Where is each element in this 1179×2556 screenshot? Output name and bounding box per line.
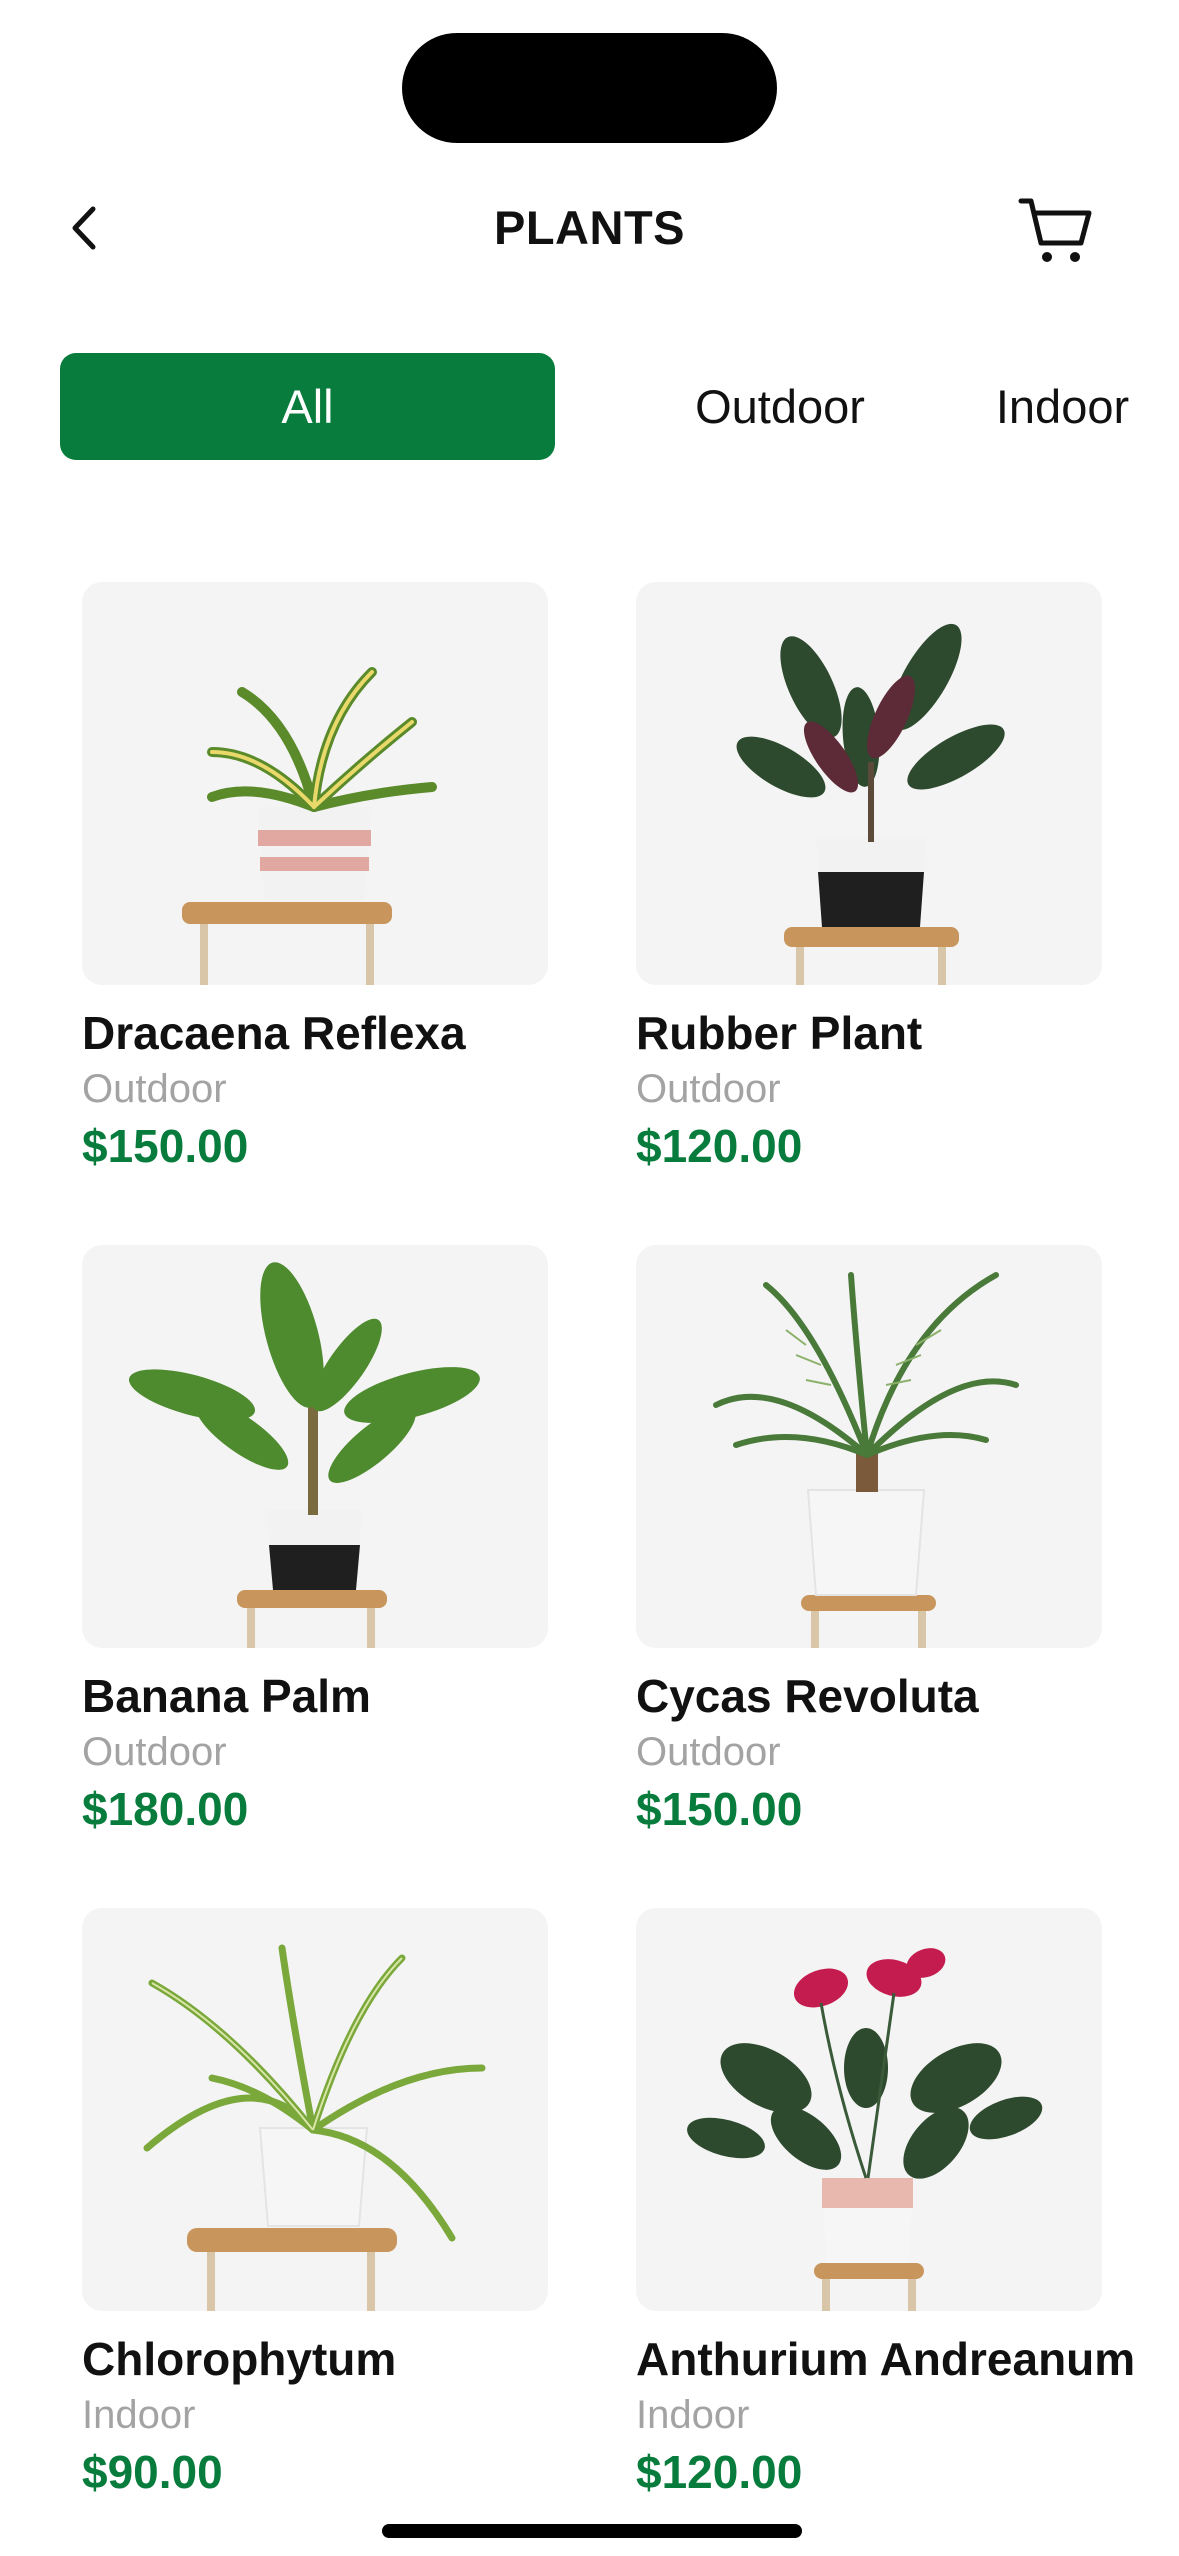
product-card[interactable]: Banana Palm Outdoor $180.00 [82,1245,548,1836]
product-price: $120.00 [636,2445,803,2498]
product-price: $150.00 [82,1119,249,1172]
product-image [82,1908,548,2311]
product-card[interactable]: Chlorophytum Indoor $90.00 [82,1908,548,2499]
product-name: Dracaena Reflexa [82,1007,466,1059]
product-image [82,1245,548,1648]
product-name: Banana Palm [82,1670,371,1722]
page-title: PLANTS [494,201,685,254]
cart-button[interactable] [1010,186,1100,276]
product-image [636,582,1102,985]
product-card[interactable]: Dracaena Reflexa Outdoor $150.00 [82,582,548,1173]
header: PLANTS [0,170,1179,285]
product-image [636,1245,1102,1648]
tab-all[interactable]: All [60,353,555,460]
product-image [82,582,548,985]
tab-indoor[interactable]: Indoor [935,353,1179,460]
product-price: $120.00 [636,1119,803,1172]
product-name: Chlorophytum [82,2333,397,2385]
product-name: Anthurium Andreanum [636,2333,1136,2385]
product-price: $90.00 [82,2445,223,2498]
product-card[interactable]: Anthurium Andreanum Indoor $120.00 [636,1908,1136,2499]
product-category: Outdoor [636,1729,781,1774]
home-indicator [382,2524,802,2538]
product-name: Rubber Plant [636,1007,923,1059]
product-card[interactable]: Cycas Revoluta Outdoor $150.00 [636,1245,1102,1836]
product-card[interactable]: Rubber Plant Outdoor $120.00 [636,582,1102,1173]
product-category: Indoor [636,2392,750,2437]
product-category: Indoor [82,2392,196,2437]
cart-icon [1018,198,1092,262]
product-price: $150.00 [636,1782,803,1835]
product-name: Cycas Revoluta [636,1670,979,1722]
category-tabs: All Outdoor Indoor [60,353,1129,460]
product-image [636,1908,1102,2311]
product-price: $180.00 [82,1782,249,1835]
product-category: Outdoor [82,1066,227,1111]
dynamic-island [402,33,777,143]
product-category: Outdoor [82,1729,227,1774]
product-category: Outdoor [636,1066,781,1111]
tab-outdoor[interactable]: Outdoor [615,353,945,460]
